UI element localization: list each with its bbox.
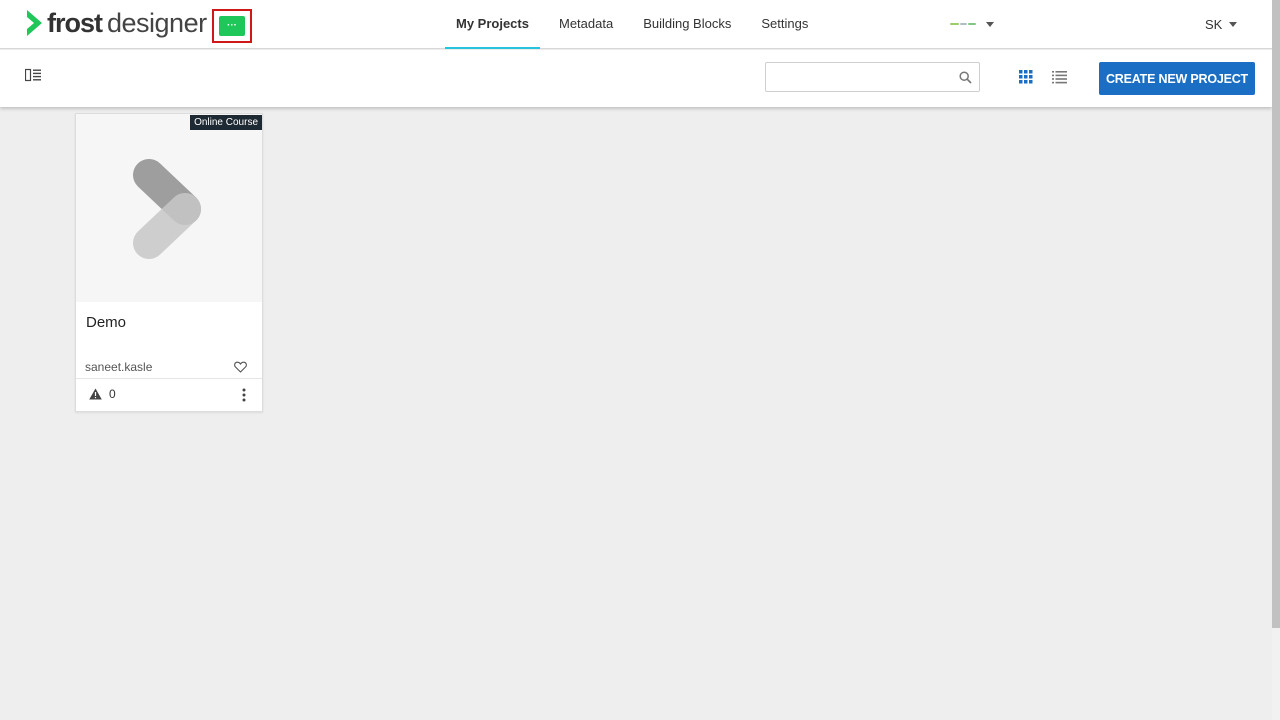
app-logo[interactable]: frost designer: [25, 8, 207, 38]
warning-count: 0: [109, 387, 116, 401]
highlighted-menu-button[interactable]: ···: [212, 9, 252, 43]
heart-icon[interactable]: [234, 361, 247, 373]
search-icon[interactable]: [959, 71, 972, 84]
project-type-badge: Online Course: [190, 115, 262, 130]
main-nav: My Projects Metadata Building Blocks Set…: [445, 0, 827, 49]
nav-item-building-blocks[interactable]: Building Blocks: [632, 0, 742, 49]
search-input[interactable]: [766, 63, 946, 91]
project-owner: saneet.kasle: [85, 360, 153, 374]
user-initials: SK: [1205, 16, 1223, 32]
search-box: [765, 62, 980, 92]
warning-icon: [89, 388, 102, 400]
grid-view-icon[interactable]: [1019, 70, 1033, 84]
nav-item-my-projects[interactable]: My Projects: [445, 0, 540, 49]
logo-text: frost designer: [47, 8, 207, 38]
more-vertical-icon[interactable]: [242, 388, 246, 402]
project-title[interactable]: Demo: [86, 314, 126, 331]
scrollbar-thumb[interactable]: [1272, 0, 1280, 628]
scrollbar-track[interactable]: [1272, 628, 1280, 720]
project-placeholder-chevron-icon: [133, 159, 201, 259]
chevron-down-icon: [1229, 21, 1238, 27]
logo-text-bold: frost: [47, 8, 103, 38]
create-new-project-button[interactable]: CREATE NEW PROJECT: [1099, 62, 1255, 95]
card-divider: [76, 378, 262, 379]
organization-switcher[interactable]: [950, 16, 994, 32]
project-thumbnail[interactable]: [76, 114, 262, 302]
panel-toggle-icon[interactable]: [25, 68, 41, 82]
user-menu[interactable]: SK: [1205, 16, 1238, 32]
organization-logo: [950, 21, 978, 27]
top-header: frost designer ··· My Projects Metadata B…: [0, 0, 1272, 49]
logo-chevron-icon: [27, 10, 42, 36]
nav-item-settings[interactable]: Settings: [750, 0, 819, 49]
nav-item-metadata[interactable]: Metadata: [548, 0, 624, 49]
chevron-down-icon: [986, 21, 994, 27]
list-view-icon[interactable]: [1052, 70, 1067, 84]
project-card[interactable]: Online Course Demo saneet.kasle 0: [75, 113, 263, 412]
more-options-badge: ···: [219, 16, 245, 36]
logo-text-light: designer: [107, 8, 207, 38]
toolbar: CREATE NEW PROJECT: [0, 50, 1272, 107]
